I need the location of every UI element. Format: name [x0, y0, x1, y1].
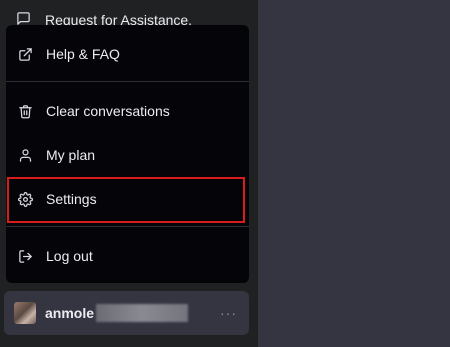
help-faq-label: Help & FAQ — [46, 46, 120, 62]
settings-label: Settings — [46, 191, 97, 207]
avatar — [14, 302, 36, 324]
user-account-button[interactable]: anmole ··· — [4, 291, 249, 335]
log-out-item[interactable]: Log out — [6, 234, 249, 278]
clear-conversations-label: Clear conversations — [46, 103, 170, 119]
username: anmole — [45, 305, 95, 321]
clear-conversations-item[interactable]: Clear conversations — [6, 89, 249, 133]
settings-item[interactable]: Settings — [6, 177, 249, 221]
help-faq-item[interactable]: Help & FAQ — [6, 32, 249, 76]
my-plan-item[interactable]: My plan — [6, 133, 249, 177]
menu-divider — [6, 226, 249, 227]
sidebar: Request for Assistance. Help & FAQ Clear… — [0, 0, 258, 347]
gear-icon — [17, 191, 33, 207]
user-icon — [17, 147, 33, 163]
my-plan-label: My plan — [46, 147, 96, 163]
redacted-username — [96, 304, 189, 322]
external-link-icon — [17, 46, 33, 62]
main-area — [258, 0, 450, 347]
log-out-label: Log out — [46, 248, 93, 264]
menu-divider — [6, 81, 249, 82]
logout-icon — [17, 248, 33, 264]
account-menu: Help & FAQ Clear conversations My plan S… — [6, 25, 249, 283]
more-icon[interactable]: ··· — [220, 305, 237, 321]
trash-icon — [17, 103, 33, 119]
